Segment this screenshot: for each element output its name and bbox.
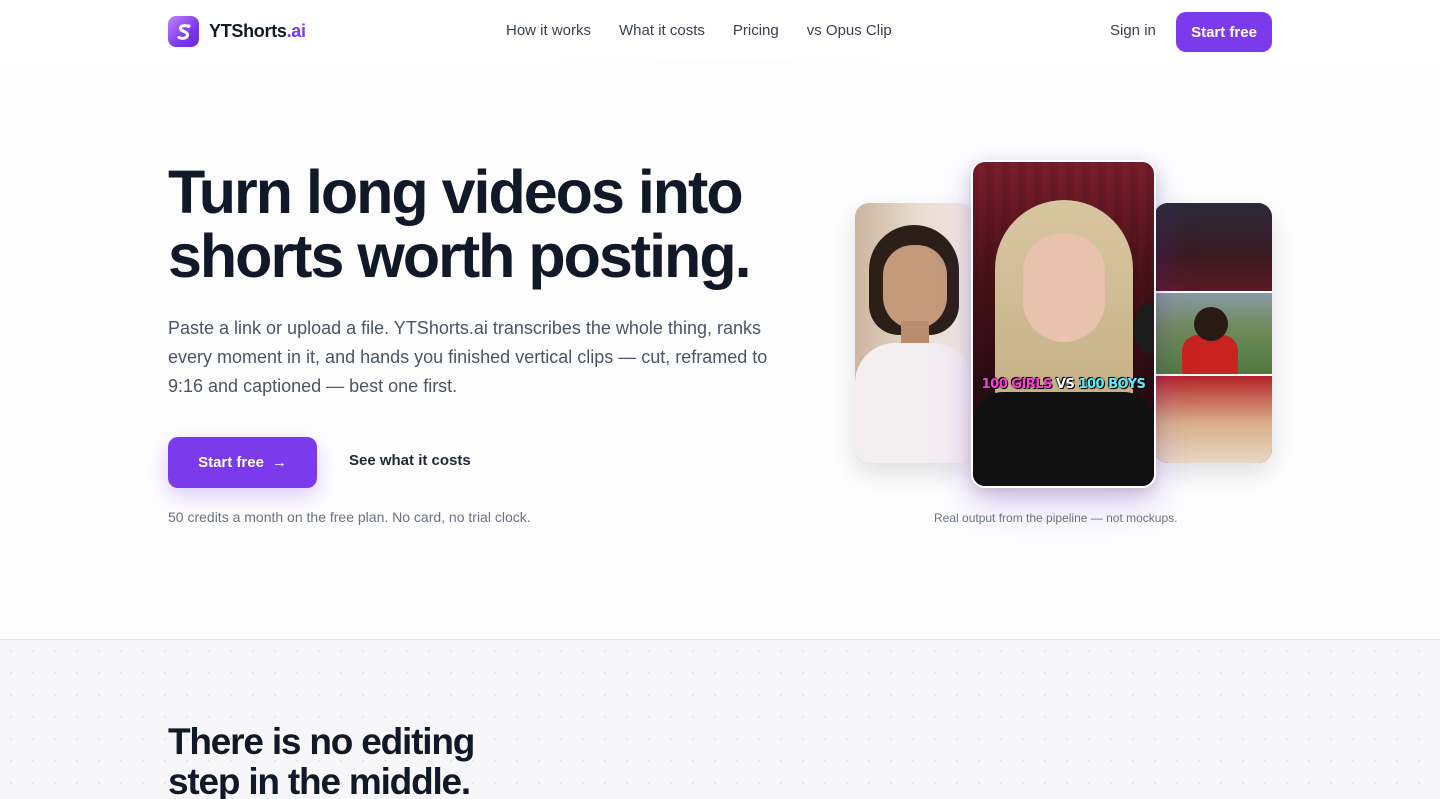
s-logo-icon bbox=[168, 16, 199, 47]
headline-line-1: Turn long videos into bbox=[168, 158, 744, 226]
clip-preview-left bbox=[855, 203, 973, 463]
section-title-line-1: There is no editing bbox=[168, 721, 475, 762]
showcase-note: Real output from the pipeline — not mock… bbox=[934, 511, 1178, 525]
nav-pricing[interactable]: Pricing bbox=[733, 22, 779, 39]
main-nav: How it works What it costs Pricing vs Op… bbox=[506, 22, 892, 39]
header-start-free-button[interactable]: Start free bbox=[1176, 12, 1272, 52]
free-plan-note: 50 credits a month on the free plan. No … bbox=[168, 509, 531, 525]
sign-in-link[interactable]: Sign in bbox=[1110, 22, 1156, 39]
arrow-right-icon: → bbox=[271, 454, 287, 471]
logo-link[interactable]: YTShorts.ai bbox=[168, 16, 306, 47]
how-it-works-section: There is no editing step in the middle. bbox=[0, 639, 1440, 799]
clip-preview-right bbox=[1154, 203, 1272, 463]
section-title-line-2: step in the middle. bbox=[168, 761, 471, 799]
hero-description: Paste a link or upload a file. YTShorts.… bbox=[168, 318, 768, 396]
clip-caption: 100 GIRLS VS 100 BOYS bbox=[973, 377, 1154, 392]
nav-vs-opus-clip[interactable]: vs Opus Clip bbox=[807, 22, 892, 39]
nav-how-it-works[interactable]: How it works bbox=[506, 22, 591, 39]
clip-preview-main: 100 GIRLS VS 100 BOYS bbox=[971, 160, 1156, 488]
see-costs-link[interactable]: See what it costs bbox=[349, 452, 471, 469]
hero-start-free-button[interactable]: Start free → bbox=[168, 437, 317, 488]
nav-what-it-costs[interactable]: What it costs bbox=[619, 22, 705, 39]
caption-part-3: 100 BOYS bbox=[1078, 377, 1146, 392]
section-title: There is no editing step in the middle. bbox=[168, 722, 588, 799]
headline-line-2: shorts worth posting. bbox=[168, 222, 752, 290]
site-header: YTShorts.ai How it works What it costs P… bbox=[0, 0, 1440, 90]
caption-part-2: VS bbox=[1055, 377, 1075, 392]
caption-part-1: 100 GIRLS bbox=[981, 377, 1053, 392]
hero-headline: Turn long videos into shorts worth posti… bbox=[168, 160, 808, 288]
brand-name: YTShorts.ai bbox=[209, 21, 306, 41]
hero-start-free-label: Start free bbox=[198, 454, 264, 471]
